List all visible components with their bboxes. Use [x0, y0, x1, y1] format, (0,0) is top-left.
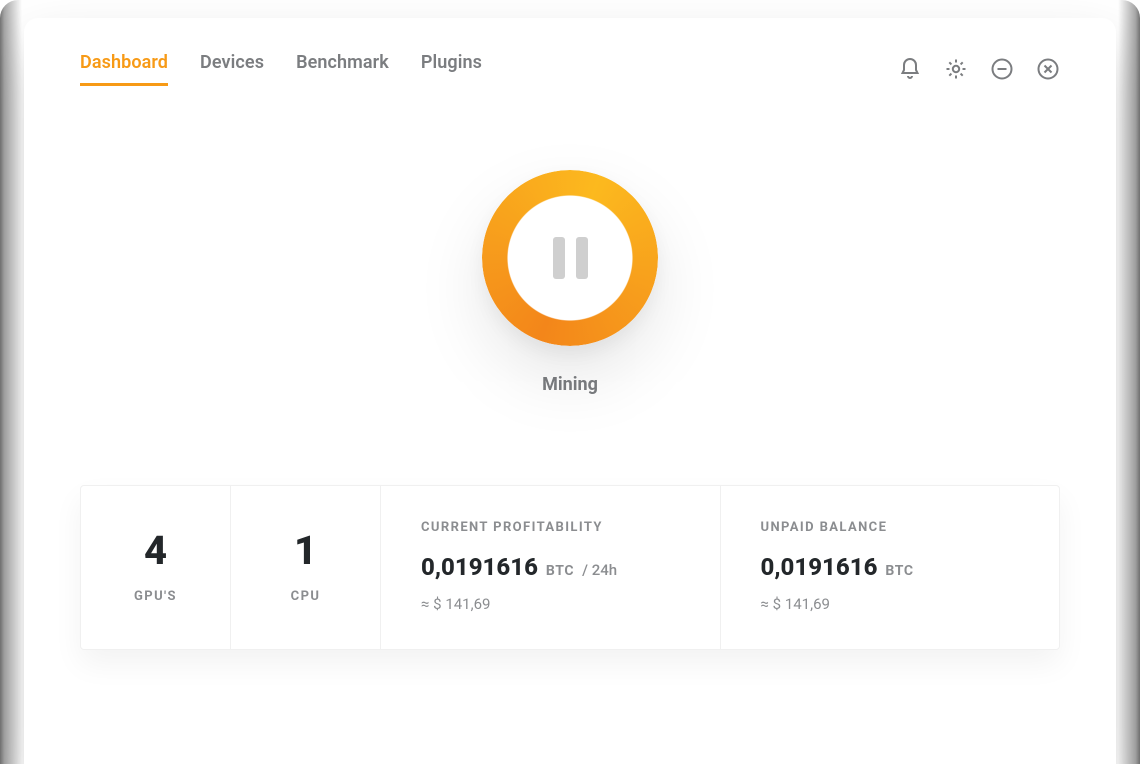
mining-inner [510, 198, 630, 318]
stat-cpu-card: 1 CPU [231, 486, 381, 649]
cpu-label: CPU [291, 589, 321, 604]
profitability-per: / 24h [582, 561, 617, 579]
top-nav: Dashboard Devices Benchmark Plugins [24, 18, 1116, 86]
mining-control-area: Mining [24, 170, 1116, 395]
bell-icon[interactable] [898, 57, 922, 81]
stat-profitability-card: CURRENT PROFITABILITY 0,0191616 BTC / 24… [381, 486, 721, 649]
cpu-count: 1 [294, 531, 317, 571]
stat-gpu-card: 4 GPU'S [81, 486, 231, 649]
tab-devices[interactable]: Devices [200, 52, 264, 86]
profitability-approx: ≈ $ 141,69 [421, 595, 680, 613]
gpu-label: GPU'S [134, 589, 177, 604]
app-window: Dashboard Devices Benchmark Plugins [24, 18, 1116, 764]
tab-dashboard[interactable]: Dashboard [80, 52, 168, 86]
profitability-value-line: 0,0191616 BTC / 24h [421, 553, 680, 581]
profitability-value: 0,0191616 [421, 553, 538, 581]
gpu-count: 4 [144, 531, 167, 571]
balance-value: 0,0191616 [761, 553, 878, 581]
profitability-unit: BTC [546, 563, 574, 579]
pause-icon [553, 237, 588, 279]
stat-balance-card: UNPAID BALANCE 0,0191616 BTC ≈ $ 141,69 [721, 486, 1060, 649]
balance-approx: ≈ $ 141,69 [761, 595, 1020, 613]
balance-unit: BTC [885, 563, 913, 579]
tab-benchmark[interactable]: Benchmark [296, 52, 389, 86]
balance-title: UNPAID BALANCE [761, 520, 1020, 535]
profitability-title: CURRENT PROFITABILITY [421, 520, 680, 535]
tab-plugins[interactable]: Plugins [421, 52, 482, 86]
minimize-icon[interactable] [990, 57, 1014, 81]
mining-status-label: Mining [542, 374, 598, 395]
nav-icons [898, 57, 1060, 81]
gear-icon[interactable] [944, 57, 968, 81]
balance-value-line: 0,0191616 BTC [761, 553, 1020, 581]
stats-row: 4 GPU'S 1 CPU CURRENT PROFITABILITY 0,01… [80, 485, 1060, 650]
close-icon[interactable] [1036, 57, 1060, 81]
mining-toggle-button[interactable] [482, 170, 658, 346]
nav-tabs: Dashboard Devices Benchmark Plugins [80, 52, 482, 86]
